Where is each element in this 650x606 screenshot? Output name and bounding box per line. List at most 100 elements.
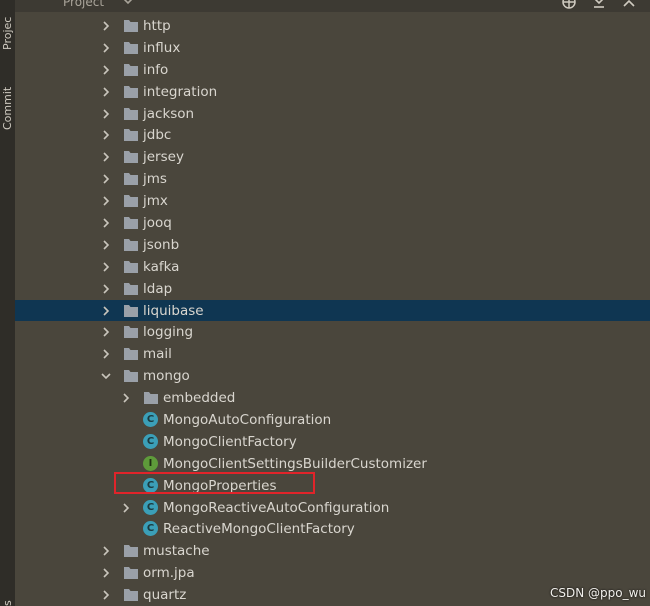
tree-item-label: integration: [143, 83, 218, 100]
tree-row-mongoautoconfiguration[interactable]: C MongoAutoConfiguration: [15, 409, 650, 431]
chevron-right-icon[interactable]: [101, 349, 111, 359]
commit-tool-tab[interactable]: Commit: [0, 72, 15, 130]
chevron-right-icon[interactable]: [101, 240, 111, 250]
tree-row-jdbc[interactable]: jdbc: [15, 124, 650, 146]
tree-row-jersey[interactable]: jersey: [15, 146, 650, 168]
folder-icon: [124, 217, 138, 230]
bottom-tool-tab[interactable]: s: [0, 594, 15, 606]
tree-row-mongoclientfactory[interactable]: C MongoClientFactory: [15, 431, 650, 453]
tree-row-embedded[interactable]: embedded: [15, 387, 650, 409]
tree-item-label: jersey: [143, 149, 184, 166]
tree-item-label: mail: [143, 346, 172, 363]
tree-row-jooq[interactable]: jooq: [15, 212, 650, 234]
chevron-down-icon[interactable]: [123, 0, 133, 6]
tree-row-ldap[interactable]: ldap: [15, 278, 650, 300]
folder-icon: [124, 348, 138, 361]
tree-item-label: ReactiveMongoClientFactory: [163, 521, 355, 538]
tree-row-jmx[interactable]: jmx: [15, 190, 650, 212]
chevron-right-icon[interactable]: [121, 393, 131, 403]
folder-icon: [124, 85, 138, 98]
folder-icon: [124, 589, 138, 602]
chevron-right-icon[interactable]: [101, 130, 111, 141]
chevron-right-icon[interactable]: [101, 590, 111, 600]
tree-item-label: mustache: [143, 543, 210, 560]
chevron-right-icon[interactable]: [101, 284, 111, 294]
locate-icon[interactable]: [561, 0, 577, 10]
tree-row-mongo[interactable]: mongo: [15, 365, 650, 387]
tree-item-label: jmx: [143, 193, 168, 210]
tree-item-label: MongoAutoConfiguration: [163, 412, 332, 429]
tree-item-label: MongoReactiveAutoConfiguration: [163, 499, 390, 516]
folder-icon: [124, 107, 138, 120]
project-tool-tab[interactable]: Projec: [0, 0, 15, 50]
tree-row-logging[interactable]: logging: [15, 321, 650, 343]
folder-icon: [124, 282, 138, 295]
chevron-down-icon[interactable]: [101, 371, 111, 381]
tree-row-kafka[interactable]: kafka: [15, 256, 650, 278]
tree-item-label: http: [143, 18, 171, 34]
tree-row-jsonb[interactable]: jsonb: [15, 234, 650, 256]
left-tool-strip: Projec Commit s: [0, 0, 15, 606]
folder-icon: [124, 63, 138, 76]
interface-icon: I: [143, 455, 158, 471]
folder-icon: [124, 173, 138, 186]
chevron-right-icon[interactable]: [101, 21, 111, 31]
folder-icon: [124, 326, 138, 339]
watermark: CSDN @ppo_wu: [549, 586, 646, 600]
tree-row-jms[interactable]: jms: [15, 168, 650, 190]
folder-icon: [124, 195, 138, 208]
folder-icon: [124, 41, 138, 54]
folder-icon: [124, 238, 138, 251]
chevron-right-icon[interactable]: [101, 43, 111, 53]
folder-icon: [124, 304, 138, 317]
collapse-all-icon[interactable]: [621, 0, 637, 10]
tree-row-reactivemongoclientfactory[interactable]: C ReactiveMongoClientFactory: [15, 518, 650, 540]
tree-row-liquibase[interactable]: liquibase: [15, 299, 650, 322]
tree-row-mustache[interactable]: mustache: [15, 540, 650, 562]
panel-title[interactable]: Project: [63, 0, 104, 9]
tree-row-mongoclientsettingsbuildercustomizer[interactable]: I MongoClientSettingsBuilderCustomizer: [15, 453, 650, 475]
project-tab-label: Projec: [1, 16, 14, 50]
expand-all-icon[interactable]: [591, 0, 607, 10]
tree-row-http[interactable]: http: [15, 15, 650, 37]
tree-row-integration[interactable]: integration: [15, 81, 650, 103]
tree-row-jackson[interactable]: jackson: [15, 103, 650, 125]
chevron-right-icon[interactable]: [101, 196, 111, 206]
chevron-right-icon[interactable]: [101, 152, 111, 162]
chevron-right-icon[interactable]: [101, 218, 111, 228]
project-panel-header: Project: [15, 0, 650, 12]
folder-icon: [144, 392, 158, 405]
tree-item-label: embedded: [163, 390, 236, 407]
tree-item-label: mongo: [143, 368, 190, 385]
folder-icon: [124, 370, 138, 383]
tree-item-label: jdbc: [143, 127, 172, 144]
chevron-right-icon[interactable]: [101, 306, 111, 316]
class-icon: C: [143, 433, 158, 449]
chevron-right-icon[interactable]: [101, 262, 111, 272]
project-tree: http influx info integration jackson jdbc jers…: [15, 15, 650, 606]
commit-tab-label: Commit: [1, 86, 14, 130]
chevron-right-icon[interactable]: [101, 174, 111, 184]
tree-item-label: orm.jpa: [143, 565, 195, 582]
tree-item-label: influx: [143, 39, 181, 56]
tree-item-label: jms: [143, 171, 167, 188]
class-icon: C: [143, 412, 158, 428]
chevron-right-icon[interactable]: [101, 65, 111, 75]
chevron-right-icon[interactable]: [101, 568, 111, 578]
tree-row-orm-jpa[interactable]: orm.jpa: [15, 562, 650, 584]
chevron-right-icon[interactable]: [121, 503, 131, 513]
chevron-right-icon[interactable]: [101, 108, 111, 119]
tree-item-label: jsonb: [143, 236, 180, 253]
tree-item-label: kafka: [143, 258, 180, 275]
chevron-right-icon[interactable]: [101, 327, 111, 338]
tree-row-mail[interactable]: mail: [15, 343, 650, 365]
tree-row-mongoreactiveautoconfiguration[interactable]: C MongoReactiveAutoConfiguration: [15, 497, 650, 519]
tree-row-info[interactable]: info: [15, 59, 650, 81]
tree-row-influx[interactable]: influx: [15, 37, 650, 59]
tree-row-mongoproperties[interactable]: C MongoProperties: [15, 475, 650, 497]
tree-item-label: liquibase: [143, 302, 204, 319]
chevron-right-icon[interactable]: [101, 87, 111, 97]
chevron-right-icon[interactable]: [101, 546, 111, 556]
tree-item-label: quartz: [143, 587, 187, 604]
folder-icon: [124, 151, 138, 164]
